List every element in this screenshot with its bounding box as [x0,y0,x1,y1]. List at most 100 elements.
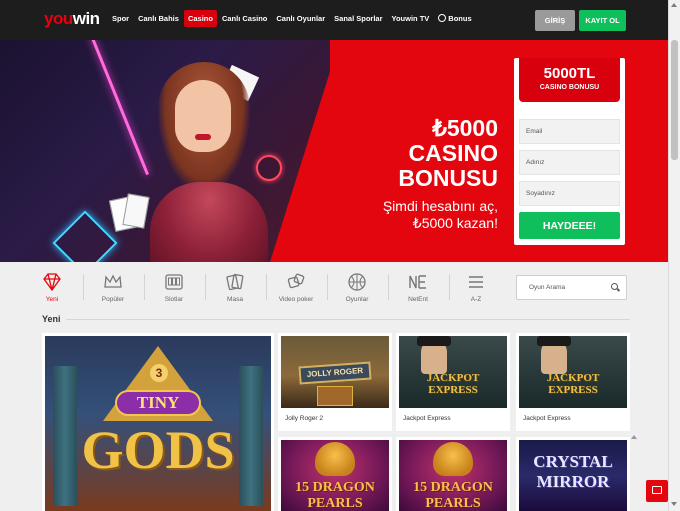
category-video-poker-label: Video poker [278,296,314,303]
express-word: EXPRESS [428,384,478,396]
category-netent-label: NetEnt [408,296,428,303]
bonus-icon [438,14,447,22]
hero-diagonal [270,40,340,262]
dragon-pearls-logo: 15 DRAGON PEARLS [407,480,499,511]
nav-canli-bahis[interactable]: Canlı Bahis [134,10,183,27]
category-populer-label: Popüler [101,296,125,303]
jackpot-express-logo: JACKPOT EXPRESS [533,372,613,396]
page: youwin Spor Canlı Bahis Casino Canlı Cas… [0,0,680,511]
hero-subtitle-2: ₺5000 kazan! [412,215,498,231]
logo-you: you [44,9,73,28]
game-thumbnail[interactable]: 15 DRAGON PEARLS [399,440,507,511]
game-thumbnail[interactable]: 15 DRAGON PEARLS [281,440,389,511]
diamond-icon [41,271,63,293]
treasure-chest-icon [317,386,353,406]
category-yeni[interactable]: Yeni [22,268,82,308]
top-header: youwin Spor Canlı Bahis Casino Canlı Cas… [0,0,668,40]
game-title[interactable]: Jackpot Express [403,415,451,422]
nav-bonus-label: Bonus [448,14,472,23]
dice-icon [285,271,307,293]
nav-bonus[interactable]: Bonus [434,10,475,27]
game-card-jackpot-express[interactable]: JACKPOT EXPRESS Jackpot Express [396,333,510,431]
category-slotlar[interactable]: Slotlar [144,268,204,308]
page-scrollbar[interactable] [668,0,680,511]
scroll-down-arrow-icon[interactable] [671,502,677,506]
game-card-jolly-roger-2[interactable]: JOLLY ROGER Jolly Roger 2 [278,333,392,431]
search-icon[interactable] [611,283,618,290]
crystal-line1: CRYSTAL [533,452,613,471]
name-field[interactable]: Adınız [519,150,620,175]
game-card-tiny-gods[interactable]: 3 TINY GODS [42,333,274,511]
crystal-mirror-logo: CRYSTAL MIRROR [523,452,623,492]
dragon-line1: 15 DRAGON [413,480,493,495]
game-thumbnail[interactable]: JACKPOT EXPRESS [399,336,507,408]
signup-amount: 5000TL [543,65,596,82]
game-thumbnail[interactable]: CRYSTAL MIRROR [519,440,627,511]
game-card-jackpot-express[interactable]: JACKPOT EXPRESS Jackpot Express [516,333,630,431]
hero-dress [150,182,268,262]
scroll-thumb[interactable] [671,40,678,160]
tiny-gods-word: GODS [81,420,235,480]
youwin-logo[interactable]: youwin [44,9,100,29]
dragon-line2: PEARLS [425,496,481,511]
category-a-z-label: A-Z [470,296,482,303]
scroll-up-arrow-icon[interactable] [671,3,677,7]
dragon-pearls-logo: 15 DRAGON PEARLS [289,480,381,511]
signup-form: 5000TL CASINO BONUSU Email Adınız Soyadı… [514,58,625,245]
game-card-15-dragon-pearls[interactable]: 15 DRAGON PEARLS [396,437,510,511]
dragon-line2: PEARLS [307,496,363,511]
nav-casino[interactable]: Casino [183,10,217,27]
chat-icon [652,486,662,494]
nav-sanal-sporlar[interactable]: Sanal Sporlar [330,10,386,27]
hero-woman-image [150,62,270,262]
game-card-15-dragon-pearls[interactable]: 15 DRAGON PEARLS [278,437,392,511]
category-oyunlar-label: Oyunlar [345,296,369,303]
game-card-crystal-mirror[interactable]: CRYSTAL MIRROR [516,437,630,511]
hero-subtitle: Şimdi hesabını aç, [382,198,498,214]
category-oyunlar[interactable]: Oyunlar [327,268,387,308]
main-nav: Spor Canlı Bahis Casino Canlı Casino Can… [108,10,477,27]
logo-win: win [72,9,100,28]
crown-icon [102,271,124,293]
category-masa[interactable]: Masa [205,268,265,308]
category-a-z[interactable]: A-Z [446,268,506,308]
live-chat-button[interactable] [646,480,668,502]
category-netent[interactable]: NetEnt [388,268,448,308]
email-field[interactable]: Email [519,119,620,144]
hero-lips [195,134,211,140]
game-thumbnail[interactable]: JACKPOT EXPRESS [519,336,627,408]
tiny-gods-number: 3 [150,364,168,382]
login-button[interactable]: GİRİŞ [535,10,575,31]
hero-face [175,80,231,152]
character-hat [417,336,451,346]
nav-canli-oyunlar[interactable]: Canlı Oyunlar [272,10,329,27]
crystal-line2: MIRROR [536,472,610,491]
register-button[interactable]: KAYIT OL [579,10,626,31]
game-title[interactable]: Jolly Roger 2 [285,415,323,422]
slot-machine-icon [163,271,185,293]
search-placeholder: Oyun Arama [529,284,566,291]
signup-header: 5000TL CASINO BONUSU [519,58,620,102]
game-title[interactable]: Jackpot Express [523,415,571,422]
category-populer[interactable]: Popüler [83,268,143,308]
neon-diamond-icon [52,210,118,262]
nav-youwin-tv[interactable]: Youwin TV [388,10,434,27]
category-slotlar-label: Slotlar [164,296,184,303]
category-video-poker[interactable]: Video poker [266,268,326,308]
game-thumbnail[interactable]: 3 TINY GODS [45,336,271,511]
surname-field[interactable]: Soyadınız [519,181,620,206]
signup-submit-button[interactable]: HAYDEEE! [519,212,620,239]
scroll-top-arrow-icon[interactable] [631,435,637,439]
hero-amount: ₺5000 [432,115,498,141]
tiny-gods-title: TINY [115,390,201,416]
dragon-head-image [433,442,473,476]
ball-icon [346,271,368,293]
nav-canli-casino[interactable]: Canlı Casino [218,10,271,27]
jackpot-word: JACKPOT [546,372,600,384]
playing-card-image [122,193,150,229]
game-search-input[interactable]: Oyun Arama [516,275,627,300]
category-masa-label: Masa [227,296,243,303]
game-thumbnail[interactable]: JOLLY ROGER [281,336,389,408]
nav-spor[interactable]: Spor [108,10,133,27]
category-yeni-label: Yeni [45,296,59,303]
